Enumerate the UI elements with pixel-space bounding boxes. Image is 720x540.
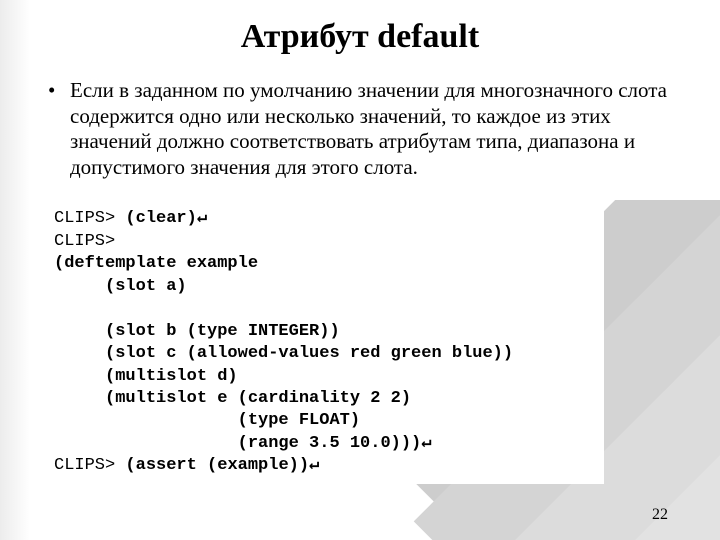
code-line: (multislot d) (54, 367, 238, 386)
code-block: CLIPS> (clear)↵ CLIPS> (deftemplate exam… (44, 202, 604, 483)
code-line: (type FLOAT) (54, 411, 360, 430)
slide-title: Атрибут default (0, 0, 720, 56)
code-prompt: CLIPS> (54, 456, 125, 475)
bullet-item: Если в заданном по умолчанию значении дл… (70, 78, 670, 180)
bullet-list: Если в заданном по умолчанию значении дл… (70, 78, 670, 180)
slide-body: Если в заданном по умолчанию значении дл… (70, 78, 670, 180)
slide: Атрибут default Если в заданном по умолч… (0, 0, 720, 540)
code-line: (slot a) (54, 277, 187, 296)
code-prompt: CLIPS> (54, 209, 125, 228)
code-command: (clear)↵ (125, 209, 207, 228)
page-number: 22 (652, 506, 668, 524)
code-line: (range 3.5 10.0)))↵ (54, 434, 432, 453)
code-line: (slot b (type INTEGER)) (54, 322, 340, 341)
code-line: (deftemplate example (54, 254, 258, 273)
code-prompt: CLIPS> (54, 232, 115, 251)
code-line: (slot c (allowed-values red green blue)) (54, 344, 513, 363)
left-decoration-band (0, 0, 30, 540)
code-line: (multislot e (cardinality 2 2) (54, 389, 411, 408)
code-command: (assert (example))↵ (125, 456, 319, 475)
